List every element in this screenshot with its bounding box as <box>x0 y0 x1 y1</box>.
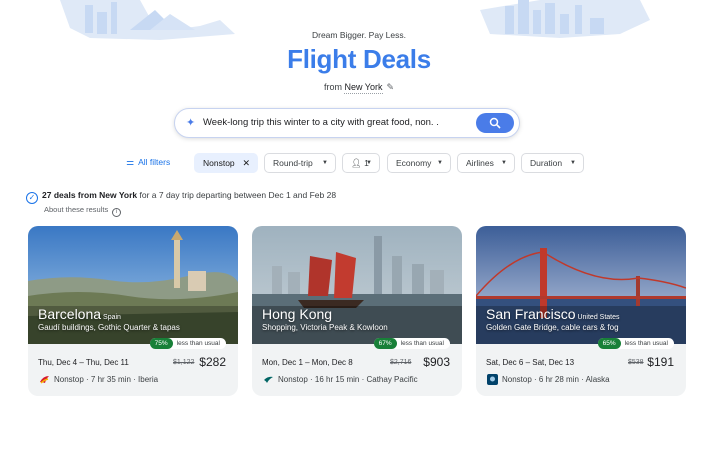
trip-dates: Sat, Dec 6 – Sat, Dec 13 <box>486 358 575 367</box>
search-input[interactable]: Week-long trip this winter to a city wit… <box>203 117 439 128</box>
origin-city-selector[interactable]: New York <box>344 82 383 94</box>
page-tagline: Dream Bigger. Pay Less. <box>311 30 406 40</box>
savings-badge: 67% less than usual <box>373 338 450 349</box>
person-icon: 👤︎ <box>351 158 362 168</box>
savings-percent: 67% <box>373 338 397 349</box>
trip-type-label: Round-trip <box>273 158 313 168</box>
city-name: Barcelona <box>38 306 102 322</box>
passengers-dropdown[interactable]: 👤︎ 1 ▼ <box>342 153 380 173</box>
alaska-logo-icon <box>487 374 498 385</box>
destination-name: Barcelona Spain <box>38 306 121 322</box>
airlines-label: Airlines <box>466 158 494 168</box>
deal-card-san-francisco[interactable]: San Francisco United States Golden Gate B… <box>476 226 686 396</box>
duration-label: Duration <box>530 158 563 168</box>
city-name: Hong Kong <box>262 306 333 322</box>
origin-line: from New York ✎ <box>0 82 718 94</box>
savings-label: less than usual <box>624 340 668 347</box>
destination-name: San Francisco United States <box>486 306 620 322</box>
destination-name: Hong Kong <box>262 306 332 322</box>
info-icon[interactable]: i <box>112 208 122 217</box>
savings-label: less than usual <box>400 340 444 347</box>
search-button[interactable] <box>476 113 514 133</box>
sparkle-icon: ✦ <box>186 117 196 129</box>
deal-price: $191 <box>647 355 674 369</box>
caret-down-icon: ▼ <box>322 160 328 166</box>
cathay-pacific-logo-icon <box>264 376 273 383</box>
check-badge-icon: ✓ <box>26 192 38 204</box>
savings-badge: 75% less than usual <box>149 338 226 349</box>
caret-down-icon: ▼ <box>437 160 443 166</box>
savings-badge: 65% less than usual <box>597 338 674 349</box>
cabin-class-label: Economy <box>396 158 432 168</box>
flight-info: Nonstop · 6 hr 28 min · Alaska <box>502 375 610 384</box>
search-bar[interactable]: ✦ Week-long trip this winter to a city w… <box>174 108 520 138</box>
all-filters-label: All filters <box>138 157 171 167</box>
edit-pencil-icon[interactable]: ✎ <box>387 82 395 93</box>
destination-description: Gaudí buildings, Gothic Quarter & tapas <box>38 323 180 332</box>
nonstop-label: Nonstop <box>203 158 235 168</box>
all-filters-button[interactable]: ⚌ All filters <box>126 153 186 173</box>
cabin-class-dropdown[interactable]: Economy ▼ <box>387 153 451 173</box>
city-name: San Francisco <box>486 306 576 322</box>
deal-price: $903 <box>423 355 450 369</box>
flight-info: Nonstop · 7 hr 35 min · Iberia <box>54 375 159 384</box>
country-name: Spain <box>103 314 121 321</box>
trip-dates: Mon, Dec 1 – Mon, Dec 8 <box>262 358 353 367</box>
results-count: 27 deals from New York <box>42 190 138 200</box>
duration-dropdown[interactable]: Duration ▼ <box>521 153 584 173</box>
origin-prefix: from <box>323 82 342 92</box>
flight-info: Nonstop · 16 hr 15 min · Cathay Pacific <box>278 375 418 384</box>
destination-description: Shopping, Victoria Peak & Kowloon <box>262 323 388 332</box>
results-summary: ✓ 27 deals from New York for a 7 day trip… <box>26 190 336 204</box>
search-icon <box>489 117 501 129</box>
deal-card-barcelona[interactable]: Barcelona Spain Gaudí buildings, Gothic Q… <box>28 226 238 396</box>
usual-price: $1,122 <box>173 359 195 366</box>
caret-down-icon: ▼ <box>366 160 372 166</box>
usual-price: $538 <box>628 359 644 366</box>
airlines-dropdown[interactable]: Airlines ▼ <box>457 153 515 173</box>
results-detail: for a 7 day trip departing between Dec 1… <box>137 190 337 200</box>
deal-card-hong-kong[interactable]: Hong Kong Shopping, Victoria Peak & Kowl… <box>252 226 462 396</box>
about-results-link[interactable]: About these results i <box>44 205 122 217</box>
savings-percent: 65% <box>597 338 621 349</box>
trip-dates: Thu, Dec 4 – Thu, Dec 11 <box>38 358 129 367</box>
deal-price: $282 <box>199 355 226 369</box>
trip-type-dropdown[interactable]: Round-trip ▼ <box>264 153 336 173</box>
destination-description: Golden Gate Bridge, cable cars & fog <box>486 323 619 332</box>
savings-percent: 75% <box>149 338 173 349</box>
savings-label: less than usual <box>176 340 220 347</box>
nonstop-filter-chip[interactable]: Nonstop ✕ <box>194 153 258 173</box>
about-results-label: About these results <box>44 205 109 214</box>
caret-down-icon: ▼ <box>501 160 507 166</box>
usual-price: $2,716 <box>390 359 412 366</box>
filters-icon: ⚌ <box>126 157 135 167</box>
caret-down-icon: ▼ <box>570 160 576 166</box>
iberia-logo-icon <box>40 376 49 384</box>
close-icon[interactable]: ✕ <box>242 154 250 172</box>
country-name: United States <box>577 314 620 321</box>
page-title: Flight Deals <box>287 44 431 74</box>
